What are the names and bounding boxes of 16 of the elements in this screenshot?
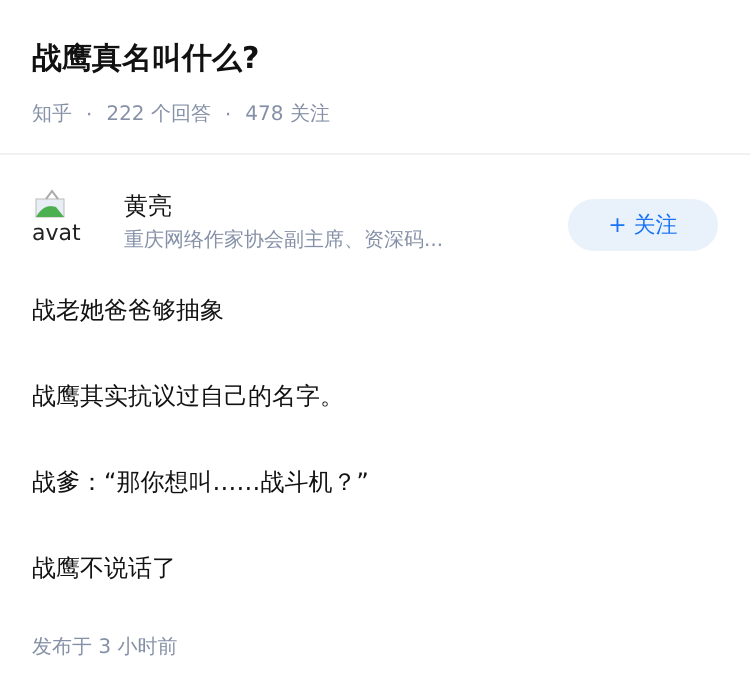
separator-dot: · [86, 102, 92, 126]
answer-count: 222 个回答 [106, 100, 211, 127]
answer-paragraph: 战老她爸爸够抽象 [32, 295, 225, 326]
question-title: 战鹰真名叫什么? [32, 40, 260, 78]
follow-count: 478 关注 [245, 100, 330, 127]
publish-time: 发布于 3 小时前 [32, 633, 178, 660]
answer-paragraph: 战鹰其实抗议过自己的名字。 [32, 381, 345, 412]
broken-image-icon [34, 189, 66, 219]
avatar-alt-text: avat [32, 221, 81, 247]
follow-button[interactable]: + 关注 [568, 199, 718, 251]
answer-paragraph: 战鹰不说话了 [32, 553, 177, 584]
source-label: 知乎 [32, 100, 72, 127]
author-name[interactable]: 黄亮 [124, 191, 544, 221]
separator-dot: · [224, 102, 232, 126]
author-bio: 重庆网络作家协会副主席、资深码... [124, 226, 444, 253]
answer-paragraph: 战爹：“那你想叫……战斗机？” [32, 467, 370, 498]
